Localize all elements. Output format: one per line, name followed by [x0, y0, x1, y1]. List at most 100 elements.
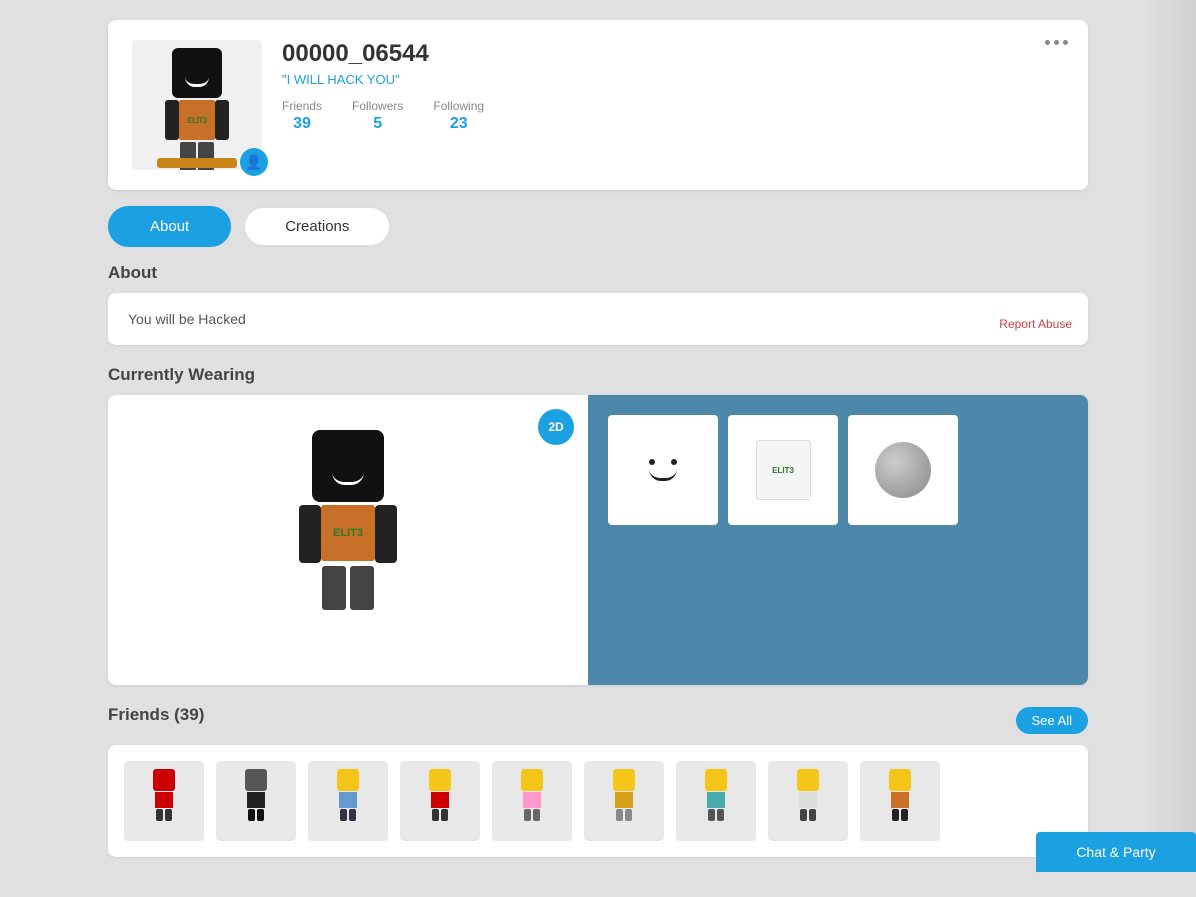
tab-bar: About Creations — [108, 206, 1088, 247]
friend-item-4[interactable] — [400, 761, 480, 841]
friend-item-5[interactable] — [492, 761, 572, 841]
mini-leg-r-6 — [625, 809, 632, 821]
mini-body-9 — [891, 792, 909, 808]
avatar-base — [157, 158, 237, 168]
big-char-left-leg — [322, 566, 346, 610]
char-right-arm — [215, 100, 229, 140]
big-char-torso: ELIT3 — [321, 505, 375, 561]
mini-leg-l-4 — [432, 809, 439, 821]
mini-leg-l-3 — [340, 809, 347, 821]
friends-section: Friends (39) See All — [108, 705, 1088, 857]
mini-body-2 — [247, 792, 265, 808]
smiley-eyes — [649, 459, 677, 465]
mini-leg-l-1 — [156, 809, 163, 821]
friends-grid — [108, 745, 1088, 857]
mini-leg-l-9 — [892, 809, 899, 821]
mini-body-8 — [799, 792, 817, 808]
big-char-left-arm — [299, 505, 321, 563]
friend-item-8[interactable] — [768, 761, 848, 841]
wearing-right-panel: ELIT3 — [588, 395, 1088, 685]
mini-leg-r-3 — [349, 809, 356, 821]
avatar-wrapper: ELIT3 👤 — [132, 40, 262, 170]
friend-item-9[interactable] — [860, 761, 940, 841]
friend-item-2[interactable] — [216, 761, 296, 841]
about-heading: About — [108, 263, 1088, 283]
mini-leg-r-5 — [533, 809, 540, 821]
mini-body-3 — [339, 792, 357, 808]
shirt-icon: ELIT3 — [756, 440, 811, 500]
menu-dot-2 — [1054, 40, 1059, 45]
menu-dot-3 — [1063, 40, 1068, 45]
friends-count: 39 — [293, 115, 311, 133]
mini-leg-l-7 — [708, 809, 715, 821]
wearing-item-2[interactable]: ELIT3 — [728, 415, 838, 525]
big-char-right-arm — [375, 505, 397, 563]
followers-count: 5 — [373, 115, 382, 133]
profile-info: 00000_06544 "I WILL HACK YOU" Friends 39… — [282, 40, 1064, 133]
mini-body-6 — [615, 792, 633, 808]
friends-header: Friends (39) See All — [108, 705, 1088, 735]
stat-friends: Friends 39 — [282, 99, 322, 133]
profile-username: 00000_06544 — [282, 40, 1064, 68]
mini-leg-r-9 — [901, 809, 908, 821]
menu-dot-1 — [1045, 40, 1050, 45]
smiley-right-eye — [671, 459, 677, 465]
mini-body-1 — [155, 792, 173, 808]
mini-leg-r-4 — [441, 809, 448, 821]
mini-head-7 — [705, 769, 727, 791]
profile-menu[interactable] — [1045, 40, 1068, 45]
chat-party-bar[interactable]: Chat & Party — [1036, 832, 1196, 872]
mini-leg-l-8 — [800, 809, 807, 821]
smiley-mouth — [649, 469, 677, 481]
mini-head-5 — [521, 769, 543, 791]
mini-leg-l-2 — [248, 809, 255, 821]
mini-head-9 — [889, 769, 911, 791]
mini-leg-l-5 — [524, 809, 531, 821]
friends-heading: Friends (39) — [108, 705, 204, 725]
friend-avatar-9 — [860, 761, 940, 841]
mini-body-7 — [707, 792, 725, 808]
wearing-item-3[interactable] — [848, 415, 958, 525]
followers-label: Followers — [352, 99, 403, 113]
report-abuse-button[interactable]: Report Abuse — [999, 317, 1072, 331]
wearing-container: 2D ELIT3 — [108, 395, 1088, 685]
friend-avatar-8 — [768, 761, 848, 841]
about-text: You will be Hacked — [128, 311, 246, 327]
mini-head-3 — [337, 769, 359, 791]
about-box: You will be Hacked Report Abuse — [108, 293, 1088, 345]
following-label: Following — [433, 99, 484, 113]
avatar-image: ELIT3 — [132, 40, 262, 170]
stat-following: Following 23 — [433, 99, 484, 133]
mini-head-4 — [429, 769, 451, 791]
friend-item-1[interactable] — [124, 761, 204, 841]
currently-wearing-section: Currently Wearing 2D ELIT3 — [108, 365, 1088, 685]
right-shadow — [1146, 0, 1196, 872]
mini-leg-r-2 — [257, 809, 264, 821]
see-all-button[interactable]: See All — [1016, 707, 1088, 734]
mini-body-4 — [431, 792, 449, 808]
friend-avatar-3 — [308, 761, 388, 841]
friend-item-7[interactable] — [676, 761, 756, 841]
wearing-character: ELIT3 — [268, 430, 428, 650]
mini-head-6 — [613, 769, 635, 791]
person-icon: 👤 — [245, 154, 262, 171]
wearing-heading: Currently Wearing — [108, 365, 1088, 385]
friends-label: Friends — [282, 99, 322, 113]
friend-avatar-4 — [400, 761, 480, 841]
char-head — [172, 48, 222, 98]
friend-avatar-6 — [584, 761, 664, 841]
tab-creations[interactable]: Creations — [243, 206, 391, 247]
tab-about[interactable]: About — [108, 206, 231, 247]
big-char-head — [312, 430, 384, 502]
mini-body-5 — [523, 792, 541, 808]
friend-avatar-5 — [492, 761, 572, 841]
friend-item-3[interactable] — [308, 761, 388, 841]
char-torso: ELIT3 — [179, 100, 215, 140]
mini-head-2 — [245, 769, 267, 791]
mini-head-8 — [797, 769, 819, 791]
friend-item-6[interactable] — [584, 761, 664, 841]
wearing-left-panel: 2D ELIT3 — [108, 395, 588, 685]
wearing-item-1[interactable] — [608, 415, 718, 525]
mini-leg-l-6 — [616, 809, 623, 821]
mini-leg-r-1 — [165, 809, 172, 821]
